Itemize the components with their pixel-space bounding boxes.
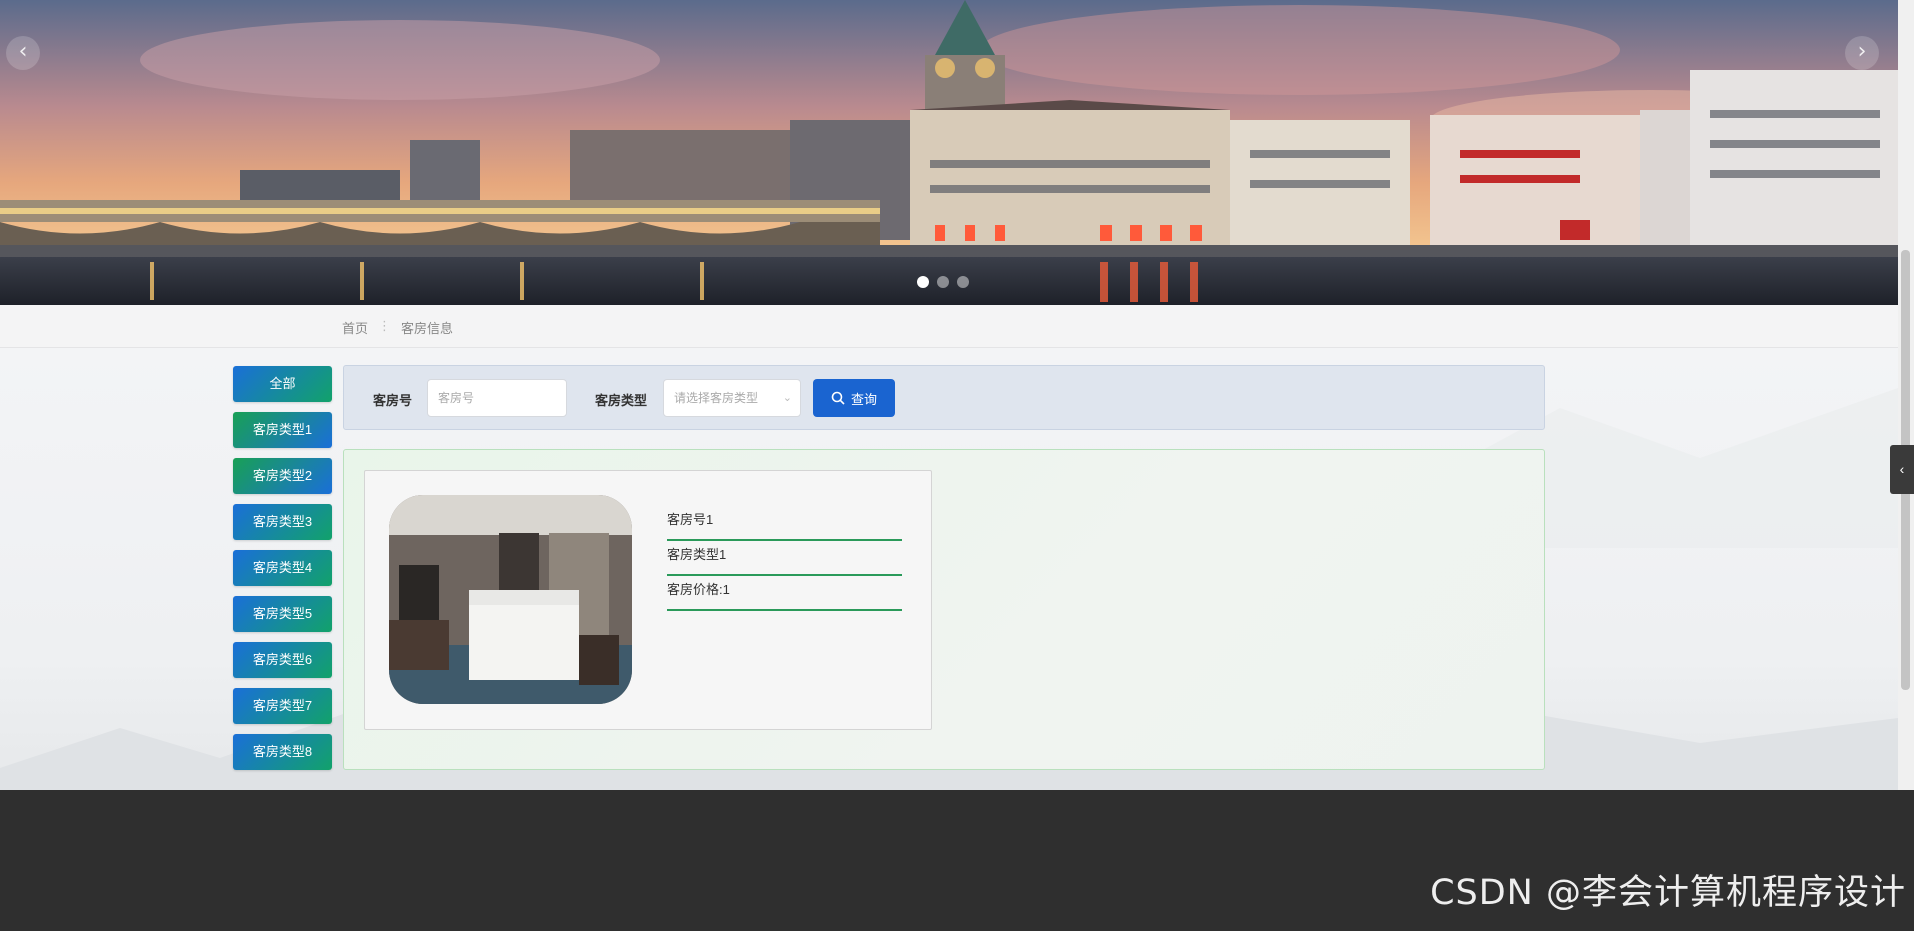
carousel-dot[interactable] <box>937 276 949 288</box>
room-type-placeholder: 请选择客房类型 <box>674 391 759 405</box>
room-type: 客房类型1 <box>667 543 902 576</box>
room-type-select[interactable]: 请选择客房类型 ⌄ <box>663 379 801 417</box>
breadcrumb-current: 客房信息 <box>401 321 454 336</box>
category-type8-button[interactable]: 客房类型8 <box>233 734 332 770</box>
room-no-placeholder: 客房号 <box>438 391 475 405</box>
category-type5-button[interactable]: 客房类型5 <box>233 596 332 632</box>
carousel-dot[interactable] <box>957 276 969 288</box>
category-type1-button[interactable]: 客房类型1 <box>233 412 332 448</box>
room-type-label: 客房类型 <box>595 393 648 408</box>
category-list: 全部 客房类型1 客房类型2 客房类型3 客房类型4 客房类型5 客房类型6 客… <box>233 366 332 780</box>
category-type3-button[interactable]: 客房类型3 <box>233 504 332 540</box>
category-type6-button[interactable]: 客房类型6 <box>233 642 332 678</box>
room-list-panel: 客房号1 客房类型1 客房价格:1 <box>343 449 1545 770</box>
room-image <box>389 495 632 704</box>
search-icon <box>831 391 845 405</box>
banner-carousel: ‹ › <box>0 0 1898 305</box>
carousel-indicators <box>917 276 969 288</box>
category-all-button[interactable]: 全部 <box>233 366 332 402</box>
chevron-left-icon: ‹ <box>1899 461 1905 477</box>
room-number: 客房号1 <box>667 508 902 541</box>
breadcrumb-home-link[interactable]: 首页 <box>342 318 368 337</box>
watermark-text: CSDN @李会计算机程序设计 <box>1430 873 1906 913</box>
category-type2-button[interactable]: 客房类型2 <box>233 458 332 494</box>
breadcrumb-separator: ⋮ <box>378 318 392 333</box>
room-no-label: 客房号 <box>373 393 413 408</box>
banner-image <box>0 0 1898 305</box>
side-panel-toggle[interactable]: ‹ <box>1890 445 1914 494</box>
search-button[interactable]: 查询 <box>813 379 895 417</box>
category-type4-button[interactable]: 客房类型4 <box>233 550 332 586</box>
breadcrumb-bar: 首页 ⋮ 客房信息 <box>0 305 1898 348</box>
breadcrumb: 首页 ⋮ 客房信息 <box>342 318 453 337</box>
category-type7-button[interactable]: 客房类型7 <box>233 688 332 724</box>
footer: CSDN @李会计算机程序设计 <box>0 790 1914 931</box>
room-no-input[interactable]: 客房号 <box>427 379 567 417</box>
search-panel: 客房号 客房号 客房类型 请选择客房类型 ⌄ 查询 <box>343 365 1545 430</box>
room-info: 客房号1 客房类型1 客房价格:1 <box>667 508 902 613</box>
room-card[interactable]: 客房号1 客房类型1 客房价格:1 <box>364 470 932 730</box>
chevron-down-icon: ⌄ <box>782 392 792 404</box>
room-price: 客房价格:1 <box>667 578 902 611</box>
carousel-dot[interactable] <box>917 276 929 288</box>
carousel-next-button[interactable]: › <box>1845 36 1879 70</box>
carousel-prev-button[interactable]: ‹ <box>6 36 40 70</box>
search-button-label: 查询 <box>850 391 877 407</box>
